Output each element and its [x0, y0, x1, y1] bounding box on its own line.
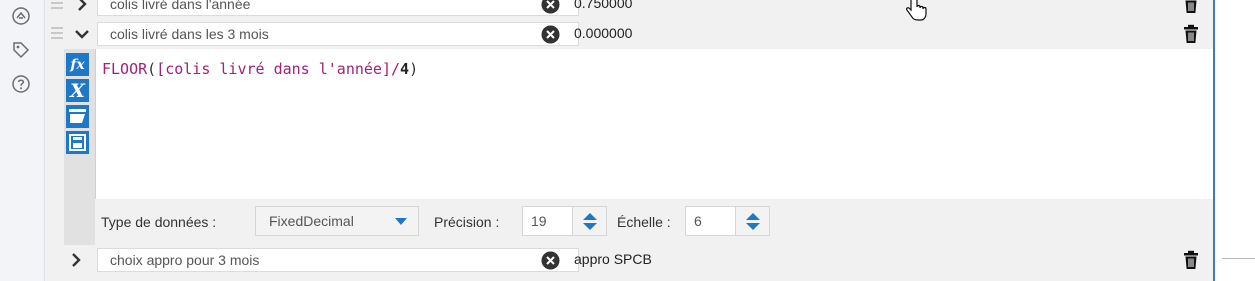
function-token: FLOOR: [102, 60, 148, 78]
field-token: [colis livré dans l'année]: [156, 60, 391, 78]
drag-handle-icon[interactable]: [51, 0, 63, 11]
ai-assist-icon[interactable]: [11, 6, 31, 26]
paren-close-token: ): [409, 60, 419, 78]
drag-handle-icon[interactable]: [51, 27, 63, 41]
data-type-value: FixedDecimal: [269, 213, 354, 229]
precision-label: Précision :: [434, 214, 500, 230]
left-rail: [0, 0, 45, 281]
output-field-name[interactable]: choix appro pour 3 mois: [97, 248, 579, 272]
help-icon[interactable]: [11, 74, 31, 94]
expression-block: fx X FLOOR([colis livré dans l'année]/4)…: [64, 49, 1213, 245]
trash-icon[interactable]: [1182, 0, 1200, 14]
trash-icon[interactable]: [1182, 24, 1200, 44]
precision-stepper[interactable]: 19: [522, 206, 607, 236]
dropdown-caret-icon: [395, 218, 407, 225]
formula-row: choix appro pour 3 mois appro SPCB: [45, 245, 1213, 275]
connector-line: [1222, 258, 1255, 259]
expression-editor[interactable]: FLOOR([colis livré dans l'année]/4): [95, 49, 1213, 199]
scale-value: 6: [694, 213, 702, 229]
open-folder-icon[interactable]: [66, 105, 89, 128]
paren-open-token: (: [147, 60, 157, 78]
chevron-right-icon[interactable]: [73, 0, 91, 14]
panel-border: [1213, 0, 1215, 281]
preview-value: 0.750000: [574, 0, 633, 11]
chevron-right-icon[interactable]: [67, 250, 85, 270]
scale-label: Échelle :: [617, 214, 671, 230]
stepper-arrows-icon[interactable]: [572, 207, 606, 235]
expression-toolbar: fx X: [64, 49, 95, 245]
clear-icon[interactable]: [541, 25, 560, 44]
number-token: 4: [400, 60, 410, 78]
hand-cursor-icon: [903, 0, 929, 22]
precision-value: 19: [531, 213, 547, 229]
scale-stepper[interactable]: 6: [685, 206, 770, 236]
expression-text: FLOOR([colis livré dans l'année]/4): [102, 60, 418, 78]
formula-row: colis livré dans les 3 mois 0.000000: [45, 19, 1213, 49]
output-field-name[interactable]: colis livré dans les 3 mois: [97, 22, 579, 46]
variable-x-icon[interactable]: X: [66, 79, 89, 102]
fx-function-icon[interactable]: fx: [66, 53, 89, 76]
data-type-bar: Type de données : FixedDecimal Précision…: [95, 199, 1213, 245]
save-disk-icon[interactable]: [66, 131, 89, 154]
operator-token: /: [391, 60, 401, 78]
preview-value: 0.000000: [574, 25, 633, 41]
formula-row: colis livré dans l'année 0.750000: [45, 0, 1213, 19]
preview-value: appro SPCB: [574, 251, 652, 267]
data-type-label: Type de données :: [101, 214, 217, 230]
output-field-name[interactable]: colis livré dans l'année: [97, 0, 579, 16]
clear-icon[interactable]: [541, 251, 560, 270]
stepper-arrows-icon[interactable]: [735, 207, 769, 235]
chevron-down-icon[interactable]: [73, 24, 91, 44]
data-type-select[interactable]: FixedDecimal: [255, 206, 419, 236]
trash-icon[interactable]: [1182, 250, 1200, 270]
clear-icon[interactable]: [541, 0, 560, 14]
tag-icon[interactable]: [11, 40, 31, 60]
